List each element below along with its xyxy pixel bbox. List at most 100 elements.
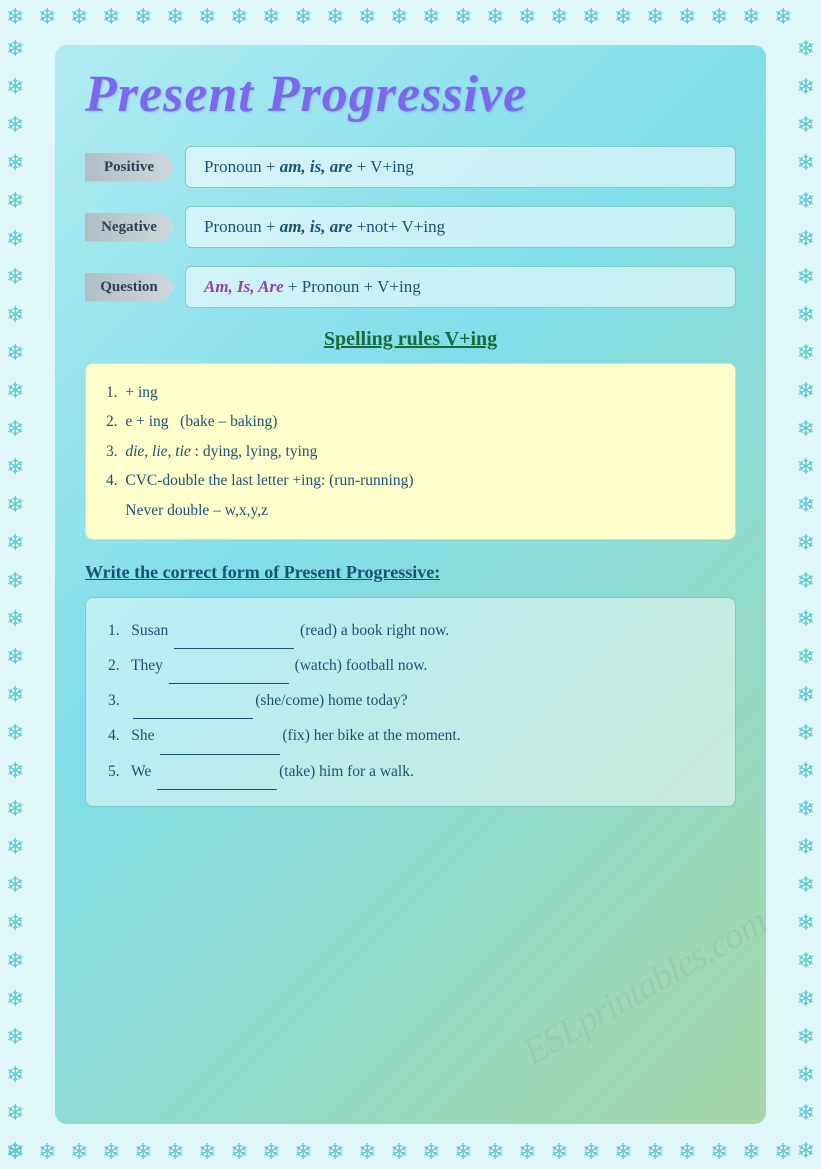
snowflake-icon: ❄ [797,190,815,212]
snowflake-icon: ❄ [6,646,24,668]
snowflake-icon: ❄ [797,912,815,934]
snowflake-icon: ❄ [797,380,815,402]
blank-4 [160,719,280,754]
snowflake-icon: ❄ [6,722,24,744]
snowflake-icon: ❄ [6,38,24,60]
snowflake-icon: ❄ [797,798,815,820]
snowflake-icon: ❄ [742,1141,760,1163]
snowflake-icon: ❄ [38,6,56,28]
snowflake-icon: ❄ [486,1141,504,1163]
snowflake-icon: ❄ [6,684,24,706]
snowflake-icon: ❄ [550,6,568,28]
snowflake-icon: ❄ [6,76,24,98]
exercise-box: 1. Susan (read) a book right now. 2. The… [85,597,736,806]
snowflake-icon: ❄ [6,456,24,478]
snowflake-icon: ❄ [6,798,24,820]
snowflake-icon: ❄ [6,1141,24,1163]
snowflake-icon: ❄ [797,950,815,972]
negative-label: Negative [85,213,175,242]
snowflake-icon: ❄ [797,38,815,60]
snowflake-icon: ❄ [6,1102,24,1124]
snowflake-icon: ❄ [582,6,600,28]
snowflake-icon: ❄ [6,342,24,364]
snowflake-icon: ❄ [6,988,24,1010]
snowflake-icon: ❄ [102,6,120,28]
snowflake-icon: ❄ [797,342,815,364]
snowflake-icon: ❄ [797,1026,815,1048]
snowflake-icon: ❄ [198,6,216,28]
snowflake-icon: ❄ [742,6,760,28]
snowflake-icon: ❄ [326,1141,344,1163]
snowflake-icon: ❄ [710,6,728,28]
snowflake-icon: ❄ [6,114,24,136]
snowflake-icon: ❄ [550,1141,568,1163]
snowflake-icon: ❄ [797,570,815,592]
snowflake-icon: ❄ [166,1141,184,1163]
snowflake-icon: ❄ [678,6,696,28]
spelling-rule-2: 2. e + ing (bake – baking) [106,407,715,436]
spelling-rule-3: 3. die, lie, tie : dying, lying, tying [106,437,715,466]
snowflake-icon: ❄ [797,152,815,174]
snowflake-icon: ❄ [518,1141,536,1163]
snowflake-icon: ❄ [6,190,24,212]
spelling-rule-4: 4. CVC-double the last letter +ing: (run… [106,466,715,495]
snowflake-icon: ❄ [134,6,152,28]
blank-2 [169,649,289,684]
snowflake-icon: ❄ [797,418,815,440]
snowflake-icon: ❄ [774,6,792,28]
snowflake-icon: ❄ [454,1141,472,1163]
snowflake-icon: ❄ [774,1141,792,1163]
snowflake-icon: ❄ [646,1141,664,1163]
spelling-rule-4b: Never double – w,x,y,z [106,496,715,525]
snowflake-icon: ❄ [422,1141,440,1163]
snowflake-icon: ❄ [797,722,815,744]
snowflake-icon: ❄ [797,456,815,478]
snowflake-icon: ❄ [6,6,24,28]
snowflake-icon: ❄ [6,836,24,858]
snowflake-icon: ❄ [230,1141,248,1163]
snowflake-icon: ❄ [6,874,24,896]
snowflake-icon: ❄ [797,1064,815,1086]
exercise-section-title: Write the correct form of Present Progre… [85,562,736,583]
positive-label: Positive [85,153,175,182]
snowflake-icon: ❄ [6,152,24,174]
snowflake-icon: ❄ [6,950,24,972]
snowflake-icon: ❄ [797,266,815,288]
exercise-1: 1. Susan (read) a book right now. [108,614,713,649]
snowflake-icon: ❄ [6,912,24,934]
question-formula: Am, Is, Are + Pronoun + V+ing [185,266,736,308]
snowflake-icon: ❄ [6,266,24,288]
snowflake-icon: ❄ [6,532,24,554]
snowflake-icon: ❄ [797,304,815,326]
question-label: Question [85,273,175,302]
snowflake-icon: ❄ [6,418,24,440]
snowflake-icon: ❄ [294,6,312,28]
snowflake-icon: ❄ [70,1141,88,1163]
spelling-section-title: Spelling rules V+ing [85,328,736,351]
snowflake-icon: ❄ [518,6,536,28]
snowflake-icon: ❄ [166,6,184,28]
snowflake-icon: ❄ [6,608,24,630]
snowflake-icon: ❄ [797,684,815,706]
snowflake-icon: ❄ [6,304,24,326]
snowflake-icon: ❄ [422,6,440,28]
snowflake-icon: ❄ [6,1026,24,1048]
snowflake-icon: ❄ [294,1141,312,1163]
snowflake-icon: ❄ [797,988,815,1010]
snowflake-icon: ❄ [797,494,815,516]
snowflake-icon: ❄ [6,228,24,250]
snowflake-icon: ❄ [230,6,248,28]
snowflake-icon: ❄ [6,1140,24,1162]
blank-1 [174,614,294,649]
spelling-rule-1: 1. + ing [106,378,715,407]
snowflake-icon: ❄ [797,532,815,554]
blank-3 [133,684,253,719]
snowflake-icon: ❄ [678,1141,696,1163]
snowflake-icon: ❄ [614,6,632,28]
page-title: Present Progressive [85,65,736,124]
snowflake-icon: ❄ [6,570,24,592]
question-row: Question Am, Is, Are + Pronoun + V+ing [85,266,736,308]
blank-5 [157,755,277,790]
snowflake-icon: ❄ [102,1141,120,1163]
positive-formula: Pronoun + am, is, are + V+ing [185,146,736,188]
